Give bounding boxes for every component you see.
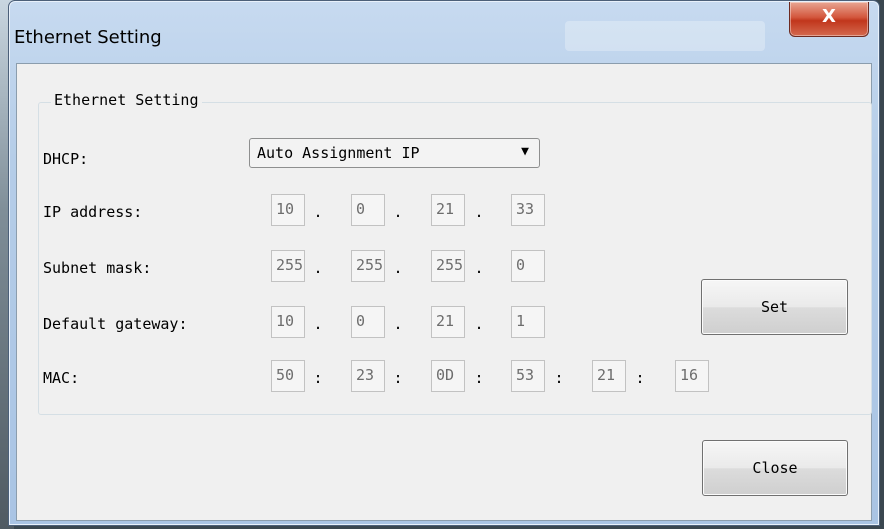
- chevron-down-icon: ▼: [521, 144, 529, 159]
- gateway-octet-3[interactable]: 21: [431, 306, 465, 338]
- window-title: Ethernet Setting: [14, 27, 162, 48]
- mac-separator: :: [635, 369, 645, 387]
- set-button[interactable]: Set: [701, 279, 848, 335]
- subnet-separator: .: [393, 259, 403, 277]
- mac-separator: :: [393, 369, 403, 387]
- mac-byte-6[interactable]: 16: [675, 360, 709, 392]
- group-title: Ethernet Setting: [51, 91, 202, 109]
- gateway-separator: .: [313, 315, 323, 333]
- gateway-octet-1[interactable]: 10: [271, 306, 305, 338]
- subnet-separator: .: [313, 259, 323, 277]
- ip-octet-3[interactable]: 21: [431, 194, 465, 226]
- subnet-mask-label: Subnet mask:: [43, 259, 152, 277]
- ip-separator: .: [393, 203, 403, 221]
- ip-separator: .: [313, 203, 323, 221]
- window-close-button[interactable]: X: [789, 2, 869, 37]
- dialog-window: Ethernet Setting X Ethernet Setting DHCP…: [8, 0, 880, 526]
- background-window-ghost: [565, 21, 765, 51]
- subnet-octet-3[interactable]: 255: [431, 250, 465, 282]
- subnet-octet-2[interactable]: 255: [351, 250, 385, 282]
- ip-octet-2[interactable]: 0: [351, 194, 385, 226]
- ip-address-label: IP address:: [43, 203, 143, 221]
- gateway-octet-4[interactable]: 1: [511, 306, 545, 338]
- default-gateway-label: Default gateway:: [43, 315, 188, 333]
- close-button[interactable]: Close: [702, 440, 848, 496]
- mac-separator: :: [313, 369, 323, 387]
- mac-byte-3[interactable]: 0D: [431, 360, 465, 392]
- mac-separator: :: [474, 369, 484, 387]
- mac-byte-4[interactable]: 53: [511, 360, 545, 392]
- subnet-separator: .: [474, 259, 484, 277]
- gateway-separator: .: [474, 315, 484, 333]
- dhcp-label: DHCP:: [43, 150, 89, 168]
- dhcp-select-value: Auto Assignment IP: [257, 144, 420, 162]
- dhcp-select[interactable]: Auto Assignment IP ▼: [249, 138, 540, 168]
- gateway-octet-2[interactable]: 0: [351, 306, 385, 338]
- ip-separator: .: [474, 203, 484, 221]
- ip-octet-1[interactable]: 10: [271, 194, 305, 226]
- mac-byte-2[interactable]: 23: [351, 360, 385, 392]
- mac-separator: :: [554, 369, 564, 387]
- mac-byte-1[interactable]: 50: [271, 360, 305, 392]
- gateway-separator: .: [393, 315, 403, 333]
- subnet-octet-1[interactable]: 255: [271, 250, 305, 282]
- subnet-octet-4[interactable]: 0: [511, 250, 545, 282]
- mac-label: MAC:: [43, 369, 80, 387]
- mac-byte-5[interactable]: 21: [592, 360, 626, 392]
- dialog-client-area: Ethernet Setting DHCP: Auto Assignment I…: [16, 63, 872, 521]
- ip-octet-4[interactable]: 33: [511, 194, 545, 226]
